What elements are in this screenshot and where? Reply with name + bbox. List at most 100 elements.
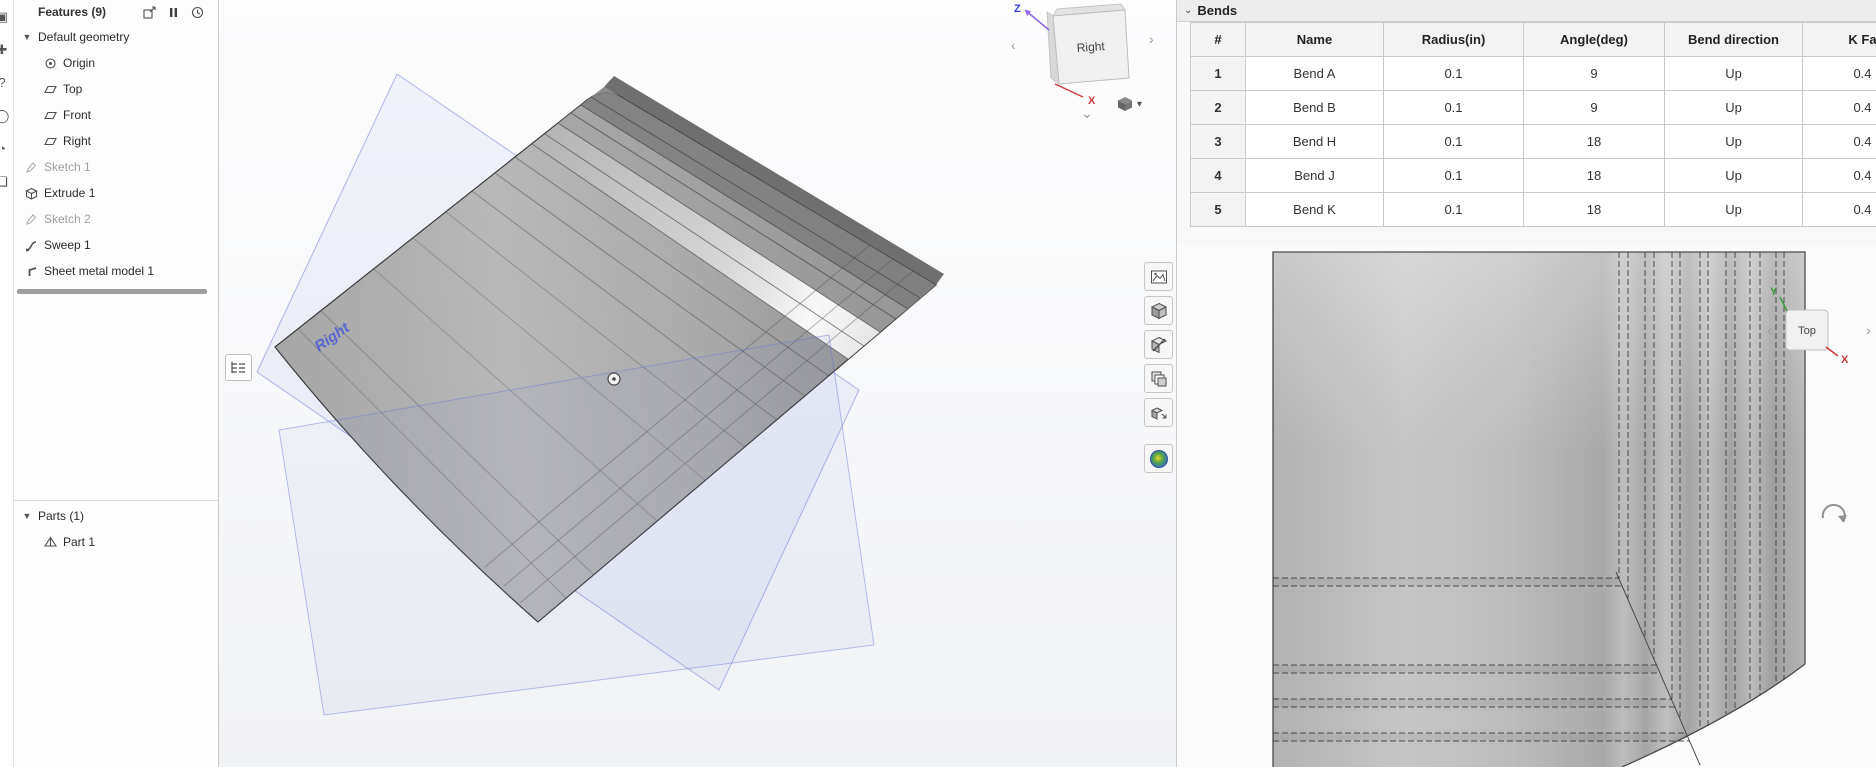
bend-radius-cell[interactable]: 0.1: [1384, 57, 1524, 91]
rollback-bar[interactable]: [17, 289, 207, 294]
shaded-cube-button[interactable]: [1144, 296, 1173, 325]
bends-table-header: # Name Radius(in) Angle(deg) Bend direct…: [1191, 23, 1876, 57]
bend-direction-cell[interactable]: Up: [1665, 159, 1803, 193]
bend-radius-cell[interactable]: 0.1: [1384, 91, 1524, 125]
sweep-icon: [26, 240, 37, 251]
bend-kfactor-cell[interactable]: 0.4: [1803, 91, 1876, 125]
flat-pattern-panel: ⌄ Bends # Name Radius(in) Angle(deg) Ben…: [1176, 0, 1876, 767]
rotate-right-icon[interactable]: ›: [1866, 322, 1871, 338]
bend-number-cell[interactable]: 5: [1191, 193, 1246, 227]
tree-item-part-1[interactable]: Part 1: [14, 529, 218, 555]
flat-pattern-view[interactable]: Y ‹ Top X ›: [1177, 246, 1876, 767]
tree-item-top-plane[interactable]: Top: [14, 76, 218, 102]
clipped-icon[interactable]: ✚: [0, 33, 13, 66]
rotate-right-icon[interactable]: ›: [1149, 31, 1154, 47]
exploded-view-button[interactable]: [1144, 398, 1173, 427]
bend-kfactor-cell[interactable]: 0.4: [1803, 57, 1876, 91]
sketch-icon: [26, 213, 37, 225]
clipped-icon[interactable]: ◔: [0, 132, 13, 165]
bend-direction-cell[interactable]: Up: [1665, 193, 1803, 227]
bends-table: # Name Radius(in) Angle(deg) Bend direct…: [1177, 22, 1876, 227]
chevron-down-icon[interactable]: ▼: [22, 32, 32, 42]
tree-item-sketch-1[interactable]: Sketch 1: [14, 154, 218, 180]
clipped-icon[interactable]: ◯: [0, 99, 13, 132]
bend-direction-cell[interactable]: Up: [1665, 91, 1803, 125]
bend-radius-cell[interactable]: 0.1: [1384, 125, 1524, 159]
tree-item-front-plane[interactable]: Front: [14, 102, 218, 128]
flat-view-cube[interactable]: Y ‹ Top X ›: [1762, 283, 1876, 383]
bend-kfactor-cell[interactable]: 0.4: [1803, 125, 1876, 159]
bend-row[interactable]: 5 Bend K 0.1 18 Up 0.4: [1191, 193, 1876, 227]
reorient-arrow-icon[interactable]: [1817, 496, 1853, 532]
bend-radius-cell[interactable]: 0.1: [1384, 193, 1524, 227]
features-panel: Features (9) ▼ Default geometry Origin T…: [14, 0, 219, 767]
bend-row[interactable]: 1 Bend A 0.1 9 Up 0.4: [1191, 57, 1876, 91]
bend-row[interactable]: 3 Bend H 0.1 18 Up 0.4: [1191, 125, 1876, 159]
bend-row[interactable]: 4 Bend J 0.1 18 Up 0.4: [1191, 159, 1876, 193]
insert-icon[interactable]: [143, 5, 156, 19]
bend-name-cell[interactable]: Bend H: [1246, 125, 1384, 159]
clipped-icon[interactable]: ?: [0, 66, 13, 99]
tree-item-sheet-metal-model-1[interactable]: Sheet metal model 1: [14, 258, 218, 284]
parts-header[interactable]: ▼ Parts (1): [14, 503, 218, 529]
tree-flyout-button[interactable]: [225, 354, 252, 381]
col-header-angle: Angle(deg): [1524, 23, 1665, 57]
appearance-sphere-button[interactable]: [1144, 444, 1173, 473]
history-icon[interactable]: [191, 6, 204, 19]
origin-icon: [45, 57, 56, 69]
left-toolbar-clipped: ▣ ✚ ? ◯ ◔ ❑: [0, 0, 14, 767]
bend-angle-cell[interactable]: 18: [1524, 159, 1665, 193]
pause-icon[interactable]: [169, 7, 178, 18]
tree-item-right-plane[interactable]: Right: [14, 128, 218, 154]
bend-name-cell[interactable]: Bend B: [1246, 91, 1384, 125]
col-header-number: #: [1191, 23, 1246, 57]
part-icon: [44, 535, 57, 547]
bend-angle-cell[interactable]: 18: [1524, 125, 1665, 159]
bend-kfactor-cell[interactable]: 0.4: [1803, 193, 1876, 227]
caret-down-icon: ▾: [1137, 98, 1143, 110]
bend-name-cell[interactable]: Bend J: [1246, 159, 1384, 193]
named-views-button[interactable]: [1144, 262, 1173, 291]
tree-item-default-geometry[interactable]: ▼ Default geometry: [14, 24, 218, 50]
extrude-icon: [25, 187, 38, 200]
bend-row[interactable]: 2 Bend B 0.1 9 Up 0.4: [1191, 91, 1876, 125]
bend-angle-cell[interactable]: 18: [1524, 193, 1665, 227]
bend-number-cell[interactable]: 3: [1191, 125, 1246, 159]
tree-item-extrude-1[interactable]: Extrude 1: [14, 180, 218, 206]
section-view-button[interactable]: [1144, 330, 1173, 359]
rotate-left-icon[interactable]: ‹: [1011, 37, 1016, 53]
plane-icon: [44, 111, 57, 119]
bend-angle-cell[interactable]: 9: [1524, 57, 1665, 91]
bend-direction-cell[interactable]: Up: [1665, 125, 1803, 159]
bend-number-cell[interactable]: 1: [1191, 57, 1246, 91]
rotate-down-icon[interactable]: ⌄: [1081, 105, 1093, 121]
bend-kfactor-cell[interactable]: 0.4: [1803, 159, 1876, 193]
origin-marker[interactable]: [607, 372, 621, 386]
view-cube-face-label: Right: [1076, 39, 1106, 55]
layered-views-button[interactable]: [1144, 364, 1173, 393]
bend-name-cell[interactable]: Bend K: [1246, 193, 1384, 227]
bend-angle-cell[interactable]: 9: [1524, 91, 1665, 125]
bends-header: ⌄ Bends: [1177, 0, 1876, 22]
col-header-radius: Radius(in): [1384, 23, 1524, 57]
tree-item-sweep-1[interactable]: Sweep 1: [14, 232, 218, 258]
clipped-icon[interactable]: ❑: [0, 165, 13, 198]
sheet-metal-icon: [28, 266, 37, 276]
bend-name-cell[interactable]: Bend A: [1246, 57, 1384, 91]
bend-radius-cell[interactable]: 0.1: [1384, 159, 1524, 193]
view-cube-menu-button[interactable]: ▾: [1114, 94, 1145, 114]
collapse-chevron-icon[interactable]: ⌄: [1184, 5, 1192, 16]
tree-item-sketch-2[interactable]: Sketch 2: [14, 206, 218, 232]
bend-number-cell[interactable]: 4: [1191, 159, 1246, 193]
model-viewport[interactable]: Right ‹ › ⌄ Right Z X ▾: [219, 0, 1176, 767]
features-header: Features (9): [14, 0, 218, 24]
flat-sheet[interactable]: [1272, 251, 1806, 767]
bend-number-cell[interactable]: 2: [1191, 91, 1246, 125]
chevron-down-icon[interactable]: ▼: [22, 511, 32, 521]
rotate-left-icon[interactable]: ‹: [1767, 322, 1772, 338]
clipped-icon[interactable]: ▣: [0, 0, 13, 33]
display-toolbar: [1144, 262, 1173, 473]
bend-direction-cell[interactable]: Up: [1665, 57, 1803, 91]
z-axis-label: Z: [1014, 3, 1021, 15]
tree-item-origin[interactable]: Origin: [14, 50, 218, 76]
